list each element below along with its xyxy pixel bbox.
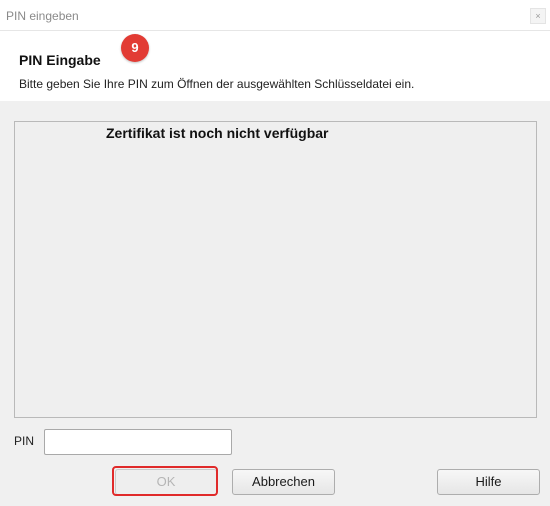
dialog-header: PIN Eingabe Bitte geben Sie Ihre PIN zum… [0,31,550,101]
pin-label: PIN [14,434,35,448]
certificate-status-message: Zertifikat ist noch nicht verfügbar [106,125,329,141]
ok-button-highlight [112,466,218,496]
help-button[interactable]: Hilfe [437,469,540,495]
step-number-badge: 9 [121,34,149,62]
cancel-button[interactable]: Abbrechen [232,469,335,495]
close-button[interactable]: × [530,8,546,24]
dialog-description: Bitte geben Sie Ihre PIN zum Öffnen der … [19,77,415,91]
certificate-panel: Zertifikat ist noch nicht verfügbar [14,121,537,418]
title-bar: PIN eingeben × [0,0,550,31]
dialog-heading: PIN Eingabe [19,52,101,68]
window-title: PIN eingeben [6,9,79,23]
pin-dialog: PIN eingeben × PIN Eingabe Bitte geben S… [0,0,550,506]
close-icon: × [535,11,541,21]
pin-input[interactable] [44,429,232,455]
